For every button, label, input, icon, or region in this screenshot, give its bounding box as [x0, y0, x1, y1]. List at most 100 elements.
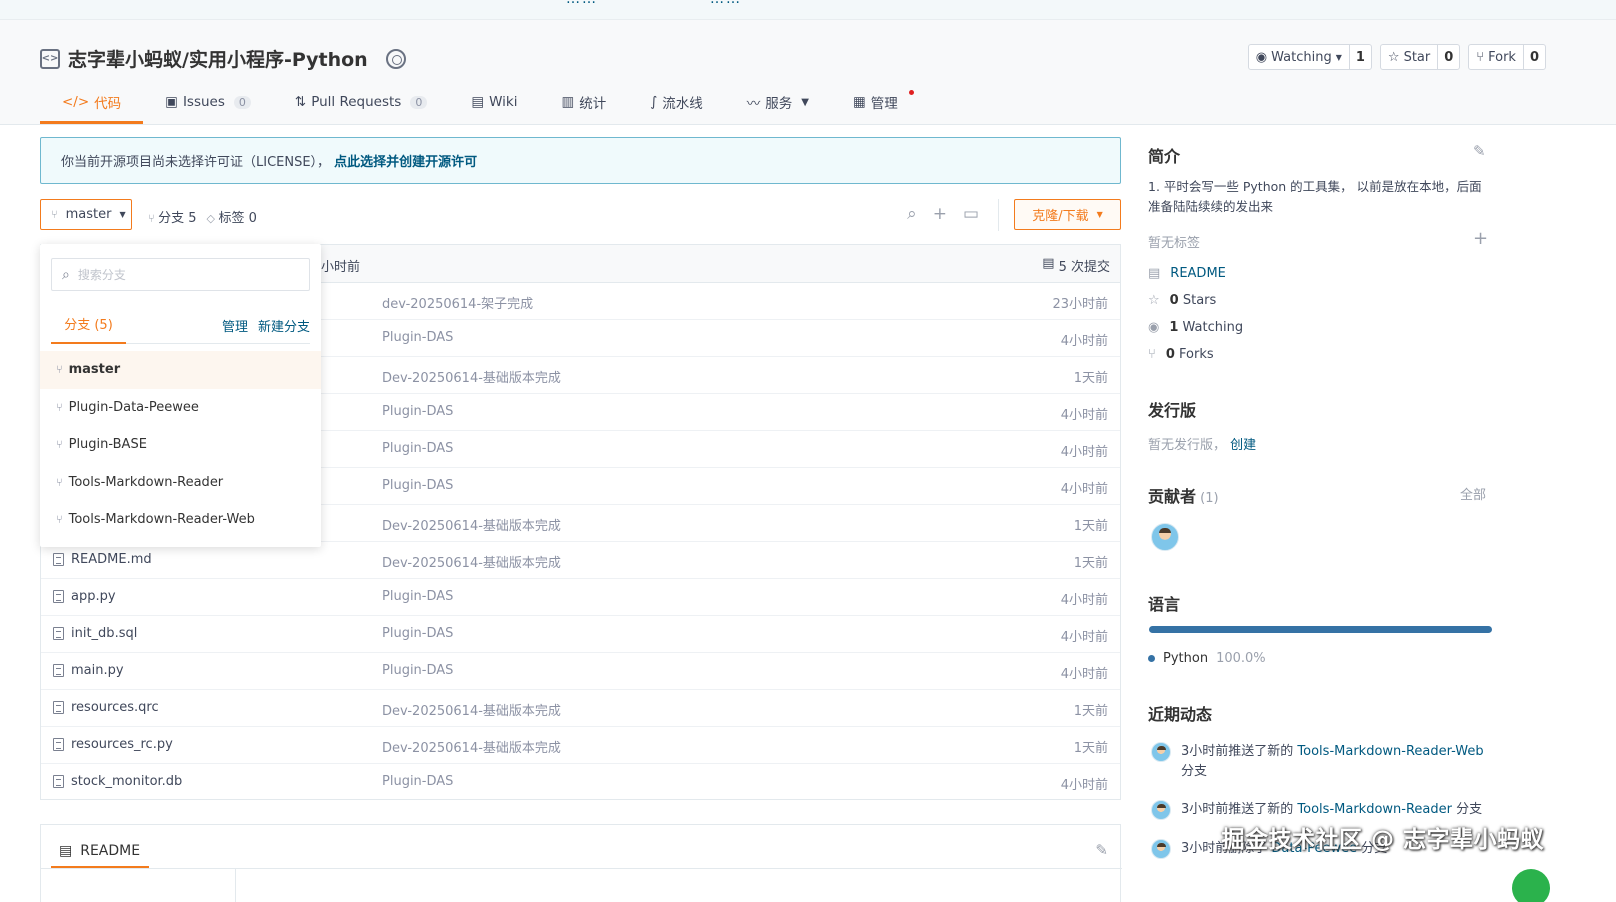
- forks-label: Forks: [1179, 347, 1214, 362]
- commit-message[interactable]: Dev-20250614-基础版本完成: [382, 737, 561, 756]
- commit-message[interactable]: Dev-20250614-基础版本完成: [382, 700, 561, 719]
- plus-icon[interactable]: +: [933, 204, 947, 224]
- tab-code[interactable]: </> 代码: [40, 82, 144, 124]
- table-row[interactable]: init_db.sql Plugin-DAS 4小时前: [41, 616, 1120, 653]
- branch-item[interactable]: ⑂ master: [40, 351, 321, 389]
- tab-services[interactable]: 〰服务 ▼: [725, 82, 831, 122]
- table-row[interactable]: app.py Plugin-DAS 4小时前: [41, 579, 1120, 616]
- branches-link[interactable]: ⑂ 分支 5: [148, 207, 197, 226]
- file-name: resources.qrc: [71, 700, 159, 715]
- manage-branches-link[interactable]: 管理: [222, 316, 248, 335]
- avatar[interactable]: [1151, 839, 1171, 859]
- file-name-cell[interactable]: README.md: [53, 552, 152, 567]
- tags-link[interactable]: ◇ 标签 0: [207, 207, 257, 226]
- branch-item[interactable]: ⑂ Plugin-BASE: [40, 426, 321, 464]
- commit-message[interactable]: Dev-20250614-基础版本完成: [382, 552, 561, 571]
- activity-item: 3小时前推送了新的 Tools-Markdown-Reader 分支: [1151, 800, 1491, 820]
- last-commit-time: 小时前: [321, 260, 361, 275]
- table-row[interactable]: resources_rc.py Dev-20250614-基础版本完成 1天前: [41, 727, 1120, 764]
- commit-message[interactable]: Plugin-DAS: [382, 478, 453, 493]
- readme-tab[interactable]: ▤ README: [51, 835, 149, 868]
- star-button[interactable]: ☆ Star 0: [1379, 44, 1461, 70]
- file-name-cell[interactable]: init_db.sql: [53, 626, 137, 641]
- table-row[interactable]: README.md Dev-20250614-基础版本完成 1天前: [41, 542, 1120, 579]
- repo-title[interactable]: 志字辈小蚂蚁/实用小程序-Python: [68, 45, 368, 72]
- commit-time: 1天前: [1073, 741, 1108, 756]
- file-tools: ⌕ + ▭: [907, 204, 979, 224]
- new-branch-link[interactable]: 新建分支: [258, 316, 310, 335]
- tag-icon: ◇: [206, 212, 219, 225]
- language-legend: Python 100.0%: [1148, 651, 1266, 666]
- watch-count[interactable]: 1: [1348, 45, 1371, 69]
- license-create-link[interactable]: 点此选择并创建开源许可: [334, 151, 477, 170]
- commit-message[interactable]: Dev-20250614-基础版本完成: [382, 515, 561, 534]
- create-release-link[interactable]: 创建: [1230, 438, 1256, 453]
- top-banner-text-left: ……: [566, 0, 598, 7]
- file-name-cell[interactable]: stock_monitor.db: [53, 774, 182, 789]
- branch-item[interactable]: ⑂ Tools-Markdown-Reader-Web: [40, 501, 321, 539]
- fork-button[interactable]: ⑂ Fork 0: [1468, 44, 1546, 70]
- commit-message[interactable]: Plugin-DAS: [382, 589, 453, 604]
- table-row[interactable]: main.py Plugin-DAS 4小时前: [41, 653, 1120, 690]
- activity-branch-link[interactable]: Tools-Markdown-Reader: [1297, 802, 1452, 817]
- contributors-count: (1): [1200, 491, 1219, 506]
- watching-row[interactable]: ◉ 1 Watching: [1148, 320, 1243, 335]
- commit-message[interactable]: Plugin-DAS: [382, 626, 453, 641]
- commit-time: 4小时前: [1060, 593, 1108, 608]
- intro-text: 1. 平时会写一些 Python 的工具集， 以前是放在本地，后面准备陆陆续续的…: [1148, 179, 1482, 214]
- tab-manage[interactable]: ▦ 管理: [831, 82, 920, 122]
- forks-count: 0: [1165, 347, 1175, 362]
- star-count[interactable]: 0: [1437, 45, 1459, 69]
- file-name-cell[interactable]: app.py: [53, 589, 116, 604]
- commit-message[interactable]: Plugin-DAS: [382, 774, 453, 789]
- watch-button[interactable]: ◉ Watching ▼ 1: [1247, 44, 1372, 70]
- commits-link[interactable]: ▤ 5 次提交: [1042, 256, 1110, 275]
- add-tag-icon[interactable]: +: [1473, 228, 1488, 249]
- activity-suffix: 分支: [1181, 764, 1208, 779]
- all-contributors-link[interactable]: 全部: [1460, 484, 1486, 503]
- commit-message[interactable]: Plugin-DAS: [382, 663, 453, 678]
- commit-time: 4小时前: [1060, 630, 1108, 645]
- eye-icon: ◉: [1255, 49, 1268, 65]
- branch-item[interactable]: ⑂ Plugin-Data-Peewee: [40, 389, 321, 427]
- table-row[interactable]: resources.qrc Dev-20250614-基础版本完成 1天前: [41, 690, 1120, 727]
- commit-message[interactable]: Dev-20250614-基础版本完成: [382, 367, 561, 386]
- file-icon: [53, 664, 64, 677]
- file-name-cell[interactable]: resources.qrc: [53, 700, 159, 715]
- activity-branch-link[interactable]: Tools-Markdown-Reader-Web: [1297, 744, 1483, 759]
- recommend-badge-icon[interactable]: [385, 48, 406, 69]
- language-percent: 100.0%: [1216, 651, 1266, 666]
- edit-icon[interactable]: ✎: [1095, 841, 1108, 859]
- avatar[interactable]: [1151, 742, 1171, 762]
- commit-message[interactable]: Plugin-DAS: [382, 330, 453, 345]
- commit-message[interactable]: Plugin-DAS: [382, 404, 453, 419]
- branch-item[interactable]: ⑂ Tools-Markdown-Reader: [40, 464, 321, 502]
- floating-help-button[interactable]: [1512, 869, 1550, 902]
- edit-icon[interactable]: ✎: [1473, 142, 1486, 160]
- tab-wiki[interactable]: ▤ Wiki: [449, 82, 539, 122]
- commit-message[interactable]: dev-20250614-架子完成: [382, 293, 533, 312]
- branch-select[interactable]: ⑂ master ▼: [40, 199, 132, 230]
- fork-count[interactable]: 0: [1522, 45, 1545, 69]
- branch-name: master: [68, 362, 121, 378]
- readme-link[interactable]: README: [1170, 266, 1226, 281]
- search-icon[interactable]: ⌕: [907, 204, 917, 224]
- branch-icon: ⑂: [51, 208, 58, 221]
- clone-download-button[interactable]: 克隆/下载 ▼: [1014, 199, 1121, 230]
- file-name-cell[interactable]: resources_rc.py: [53, 737, 173, 752]
- table-row[interactable]: stock_monitor.db Plugin-DAS 4小时前: [41, 764, 1120, 801]
- commit-message[interactable]: Plugin-DAS: [382, 441, 453, 456]
- tab-pipeline[interactable]: ∫ 流水线: [628, 82, 725, 122]
- branch-toolbar: ⑂ master ▼ ⑂ 分支 5 ◇ 标签 0 ⌕ + ▭ 克隆/下载 ▼: [40, 199, 1121, 231]
- file-name-cell[interactable]: main.py: [53, 663, 124, 678]
- tab-stats[interactable]: ▥ 统计: [539, 82, 628, 122]
- forks-row[interactable]: ⑂ 0 Forks: [1148, 347, 1214, 362]
- avatar[interactable]: [1151, 523, 1179, 551]
- tab-pull-requests[interactable]: ⇅ Pull Requests 0: [273, 82, 449, 122]
- branch-search-input[interactable]: ⌕ 搜索分支: [51, 258, 310, 291]
- tab-branches[interactable]: 分支 (5): [51, 304, 126, 344]
- monitor-icon[interactable]: ▭: [963, 204, 979, 224]
- tab-issues[interactable]: ▣ Issues 0: [143, 82, 273, 122]
- avatar[interactable]: [1151, 800, 1171, 820]
- stars-row[interactable]: ☆ 0 Stars: [1148, 293, 1216, 308]
